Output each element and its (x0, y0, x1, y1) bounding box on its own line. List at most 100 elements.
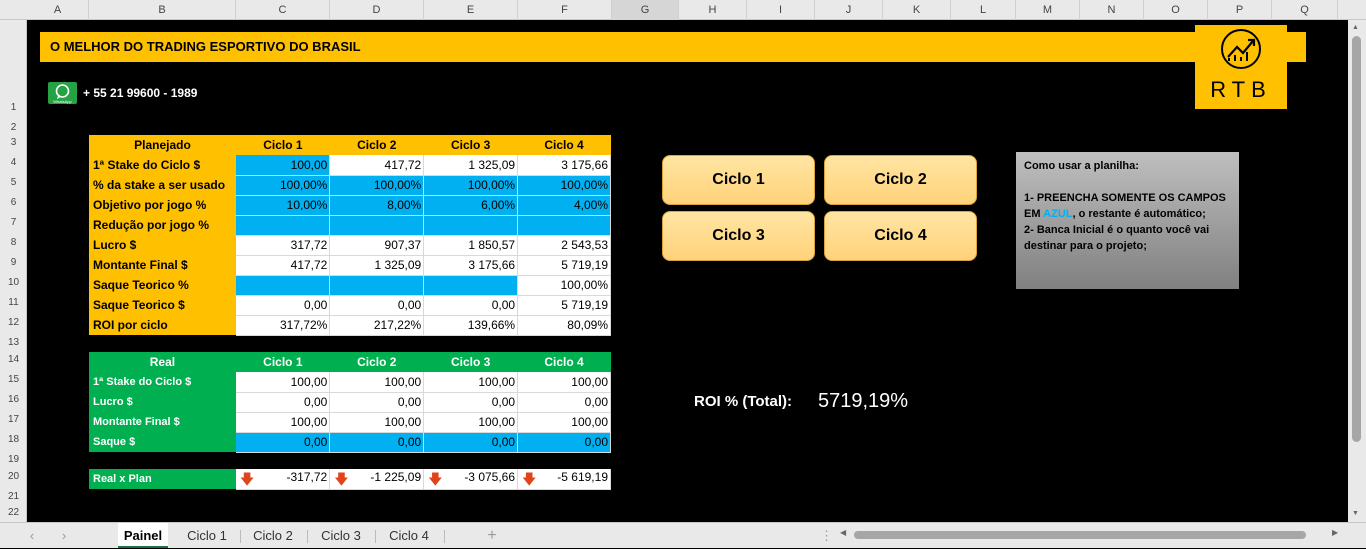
planned-cell[interactable]: 100,00% (517, 175, 611, 196)
row-header-18[interactable]: 18 (0, 432, 27, 447)
tab-ciclo-1[interactable]: Ciclo 1 (180, 523, 234, 548)
real-cell[interactable]: 100,00 (329, 372, 425, 393)
next-sheet-icon[interactable]: › (54, 523, 74, 548)
planned-cell[interactable]: 417,72 (235, 255, 331, 276)
scroll-left-icon[interactable]: ◀ (840, 528, 846, 537)
column-header-e[interactable]: E (424, 0, 518, 20)
vertical-scroll-thumb[interactable] (1352, 36, 1361, 442)
row-header-2[interactable]: 2 (0, 120, 27, 135)
row-header-14[interactable]: 14 (0, 352, 27, 367)
real-cell[interactable]: 0,00 (235, 432, 331, 453)
planned-cell[interactable]: 100,00% (423, 175, 519, 196)
row-header-17[interactable]: 17 (0, 412, 27, 427)
planned-cell[interactable]: 4,00% (517, 195, 611, 216)
planned-cell[interactable]: 0,00 (235, 295, 331, 316)
real-cell[interactable]: 100,00 (517, 412, 611, 433)
planned-cell[interactable]: 417,72 (329, 155, 425, 176)
planned-cell[interactable]: 2 543,53 (517, 235, 611, 256)
scroll-up-icon[interactable]: ▲ (1352, 24, 1359, 31)
column-header-m[interactable]: M (1016, 0, 1080, 20)
column-header-j[interactable]: J (815, 0, 883, 20)
planned-cell[interactable]: 0,00 (329, 295, 425, 316)
planned-cell[interactable]: 139,66% (423, 315, 519, 336)
column-header-d[interactable]: D (330, 0, 424, 20)
planned-cell[interactable]: 317,72% (235, 315, 331, 336)
row-header-12[interactable]: 12 (0, 315, 27, 330)
planned-cell[interactable]: 1 850,57 (423, 235, 519, 256)
whatsapp-icon[interactable]: WhatsApp (48, 82, 77, 104)
planned-cell[interactable]: 3 175,66 (423, 255, 519, 276)
real-cell[interactable]: 100,00 (329, 412, 425, 433)
planned-cell[interactable] (235, 275, 331, 296)
scroll-down-icon[interactable]: ▼ (1352, 510, 1359, 517)
planned-cell[interactable]: 100,00 (235, 155, 331, 176)
row-header-7[interactable]: 7 (0, 215, 27, 230)
planned-cell[interactable]: 0,00 (423, 295, 519, 316)
real-vs-plan-cell[interactable]: 🡇 -3 075,66 (423, 469, 519, 490)
row-header-11[interactable]: 11 (0, 295, 27, 310)
scroll-right-icon[interactable]: ▶ (1332, 528, 1338, 537)
row-header-10[interactable]: 10 (0, 275, 27, 290)
planned-cell[interactable] (329, 215, 425, 236)
planned-cell[interactable]: 907,37 (329, 235, 425, 256)
ciclo-3-button[interactable]: Ciclo 3 (662, 211, 815, 261)
planned-cell[interactable] (235, 215, 331, 236)
row-header-1[interactable]: 1 (0, 100, 27, 115)
real-vs-plan-cell[interactable]: 🡇 -317,72 (235, 469, 331, 490)
planned-cell[interactable]: 3 175,66 (517, 155, 611, 176)
tab-painel[interactable]: Painel (118, 523, 168, 548)
column-header-q[interactable]: Q (1272, 0, 1338, 20)
row-header-20[interactable]: 20 (0, 469, 27, 484)
real-cell[interactable]: 0,00 (423, 432, 519, 453)
planned-cell[interactable]: 317,72 (235, 235, 331, 256)
real-cell[interactable]: 0,00 (517, 432, 611, 453)
row-header-21[interactable]: 21 (0, 489, 27, 504)
tab-ciclo-3[interactable]: Ciclo 3 (314, 523, 368, 548)
real-cell[interactable]: 100,00 (423, 372, 519, 393)
row-header-19[interactable]: 19 (0, 452, 27, 467)
ciclo-2-button[interactable]: Ciclo 2 (824, 155, 977, 205)
column-header-l[interactable]: L (951, 0, 1016, 20)
planned-cell[interactable]: 80,09% (517, 315, 611, 336)
ciclo-4-button[interactable]: Ciclo 4 (824, 211, 977, 261)
planned-cell[interactable] (423, 275, 519, 296)
planned-cell[interactable]: 10,00% (235, 195, 331, 216)
real-cell[interactable]: 0,00 (423, 392, 519, 413)
planned-cell[interactable]: 5 719,19 (517, 255, 611, 276)
real-cell[interactable]: 0,00 (517, 392, 611, 413)
row-header-4[interactable]: 4 (0, 155, 27, 170)
real-vs-plan-cell[interactable]: 🡇 -1 225,09 (329, 469, 425, 490)
tab-ciclo-4[interactable]: Ciclo 4 (382, 523, 436, 548)
column-header-o[interactable]: O (1144, 0, 1208, 20)
real-cell[interactable]: 100,00 (235, 412, 331, 433)
row-header-9[interactable]: 9 (0, 255, 27, 270)
column-header-c[interactable]: C (236, 0, 330, 20)
real-vs-plan-cell[interactable]: 🡇 -5 619,19 (517, 469, 611, 490)
row-header-3[interactable]: 3 (0, 135, 27, 150)
real-cell[interactable]: 100,00 (235, 372, 331, 393)
planned-cell[interactable]: 100,00% (235, 175, 331, 196)
planned-cell[interactable]: 5 719,19 (517, 295, 611, 316)
column-header-a[interactable]: A (27, 0, 89, 20)
column-header-p[interactable]: P (1208, 0, 1272, 20)
row-header-16[interactable]: 16 (0, 392, 27, 407)
planned-cell[interactable]: 100,00% (329, 175, 425, 196)
real-cell[interactable]: 0,00 (235, 392, 331, 413)
vertical-scrollbar[interactable]: ▲ ▼ (1348, 20, 1366, 522)
planned-cell[interactable]: 6,00% (423, 195, 519, 216)
real-cell[interactable]: 100,00 (423, 412, 519, 433)
ciclo-1-button[interactable]: Ciclo 1 (662, 155, 815, 205)
real-cell[interactable]: 100,00 (517, 372, 611, 393)
column-header-h[interactable]: H (679, 0, 747, 20)
row-header-22[interactable]: 22 (0, 505, 27, 520)
column-header-i[interactable]: I (747, 0, 815, 20)
planned-cell[interactable]: 100,00% (517, 275, 611, 296)
row-header-13[interactable]: 13 (0, 335, 27, 350)
tab-ciclo-2[interactable]: Ciclo 2 (246, 523, 300, 548)
column-header-b[interactable]: B (89, 0, 236, 20)
row-header-5[interactable]: 5 (0, 175, 27, 190)
prev-sheet-icon[interactable]: ‹ (22, 523, 42, 548)
horizontal-scrollbar[interactable]: ◀ ▶ (838, 527, 1346, 543)
planned-cell[interactable]: 1 325,09 (423, 155, 519, 176)
add-sheet-button[interactable]: + (482, 523, 502, 548)
